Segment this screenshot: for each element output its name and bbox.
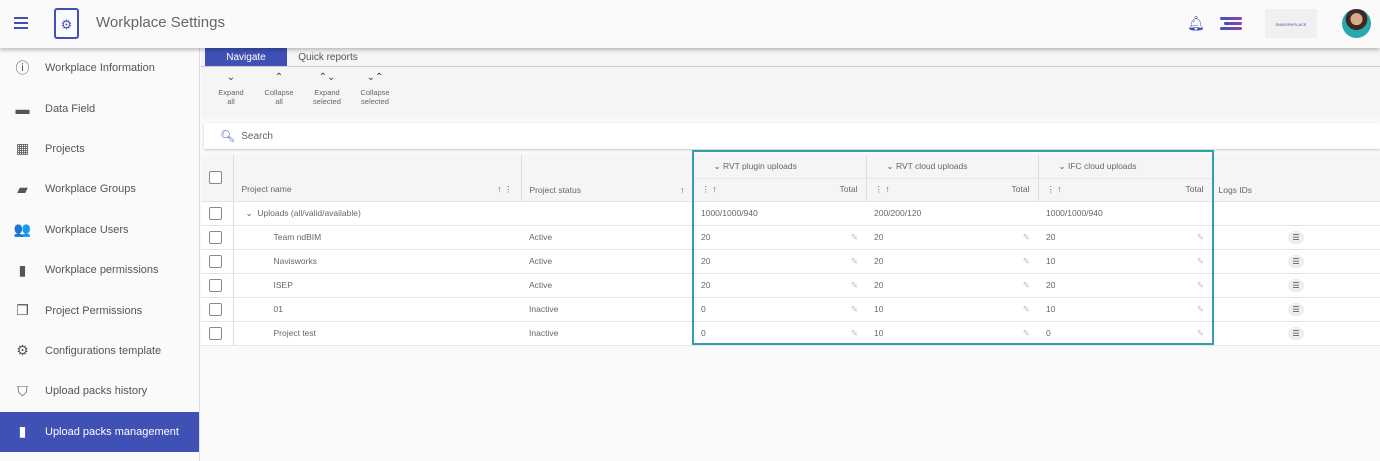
- search-icon: 🔍︎: [220, 129, 236, 143]
- edit-icon[interactable]: ✎: [1197, 280, 1204, 291]
- edit-icon[interactable]: ✎: [1023, 280, 1030, 291]
- app-header: ⚙ Workplace Settings 🔔︎ SNWORKPLACE: [0, 0, 1380, 48]
- uploads-table: Project name ↑ ⋮ Project status ↑ ⌄ RVT pl…: [201, 155, 1380, 346]
- bell-icon[interactable]: 🔔︎: [1187, 15, 1205, 32]
- edit-icon[interactable]: ✎: [1023, 232, 1030, 243]
- edit-icon[interactable]: ✎: [1197, 232, 1204, 243]
- collapse-selected-button[interactable]: ⌄⌃ Collapse selected: [351, 67, 399, 119]
- sidebar-icon: ▬: [15, 100, 30, 117]
- chevron-icon: ⌃⌄: [318, 72, 336, 83]
- edit-icon[interactable]: ✎: [1023, 304, 1030, 315]
- table-row[interactable]: Project test Inactive 0 ✎ 10 ✎ 0 ✎ ☰: [201, 321, 1380, 346]
- sidebar-icon: ❐: [16, 302, 29, 319]
- sidebar-item-workplace-groups[interactable]: ▰ Workplace Groups: [0, 169, 199, 209]
- sidebar-icon: ⛉: [17, 382, 28, 399]
- sidebar: ⓘ Workplace Information ▬ Data Field ▦ Projec…: [0, 48, 200, 461]
- sidebar-icon: ▦: [15, 140, 30, 157]
- tab-quick-reports[interactable]: Quick reports: [287, 48, 369, 66]
- edit-icon[interactable]: ✎: [1023, 256, 1030, 267]
- list-icon[interactable]: ☰: [1288, 254, 1304, 268]
- avatar[interactable]: [1342, 9, 1371, 38]
- sort-icon[interactable]: ↑: [680, 185, 684, 195]
- chevron-down-icon[interactable]: ⌄: [246, 208, 253, 218]
- edit-icon[interactable]: ✎: [851, 328, 858, 339]
- chevron-icon: ⌃: [274, 72, 284, 83]
- row-checkbox[interactable]: [209, 206, 222, 220]
- apps-icon[interactable]: [1220, 17, 1242, 32]
- sidebar-item-workplace-permissions[interactable]: ▮ Workplace permissions: [0, 250, 199, 290]
- sort-icon[interactable]: ⋮ ↑: [1047, 184, 1062, 194]
- settings-file-icon: ⚙: [54, 8, 79, 39]
- table-row[interactable]: Navisworks Active 20 ✎ 20 ✎ 10 ✎ ☰: [201, 249, 1380, 274]
- menu-icon[interactable]: [14, 17, 28, 29]
- sidebar-icon: ▮: [18, 423, 27, 440]
- row-checkbox[interactable]: [209, 230, 222, 244]
- brand-logo: SNWORKPLACE: [1265, 9, 1317, 38]
- sidebar-item-workplace-users[interactable]: 👥 Workplace Users: [0, 210, 199, 250]
- sidebar-icon: ▰: [17, 180, 28, 197]
- row-checkbox[interactable]: [209, 254, 222, 268]
- row-checkbox[interactable]: [209, 278, 222, 292]
- sidebar-item-projects[interactable]: ▦ Projects: [0, 129, 199, 169]
- sidebar-icon: 👥: [13, 221, 32, 238]
- edit-icon[interactable]: ✎: [1023, 328, 1030, 339]
- edit-icon[interactable]: ✎: [851, 304, 858, 315]
- list-icon[interactable]: ☰: [1288, 278, 1304, 292]
- sort-icon[interactable]: ⋮ ↑: [875, 184, 890, 194]
- sidebar-item-project-permissions[interactable]: ❐ Project Permissions: [0, 290, 199, 330]
- row-checkbox[interactable]: [209, 326, 222, 340]
- list-icon[interactable]: ☰: [1288, 326, 1304, 340]
- collapse-all-button[interactable]: ⌃ Collapse all: [255, 67, 303, 119]
- group-row[interactable]: ⌄ Uploads (all/valid/available) 1000/100…: [201, 201, 1380, 226]
- sidebar-item-upload-packs-history[interactable]: ⛉ Upload packs history: [0, 371, 199, 411]
- sort-icon[interactable]: ⋮ ↑: [702, 184, 717, 194]
- chevron-icon: ⌄⌃: [366, 72, 384, 83]
- sidebar-item-configurations-template[interactable]: ⚙ Configurations template: [0, 331, 199, 371]
- row-checkbox[interactable]: [209, 302, 222, 316]
- sort-icon[interactable]: ↑ ⋮: [497, 184, 512, 195]
- tab-navigate[interactable]: Navigate: [205, 48, 287, 66]
- edit-icon[interactable]: ✎: [1197, 256, 1204, 267]
- list-icon[interactable]: ☰: [1288, 302, 1304, 316]
- search-input[interactable]: 🔍︎ Search: [204, 123, 1380, 149]
- sidebar-item-upload-packs-management[interactable]: ▮ Upload packs management: [0, 411, 199, 452]
- col-logs-ids: Logs IDs: [1212, 155, 1380, 202]
- expand-selected-button[interactable]: ⌃⌄ Expand selected: [303, 67, 351, 119]
- edit-icon[interactable]: ✎: [851, 232, 858, 243]
- col-project-name[interactable]: Project name: [242, 184, 292, 194]
- table-row[interactable]: 01 Inactive 0 ✎ 10 ✎ 10 ✎ ☰: [201, 297, 1380, 322]
- edit-icon[interactable]: ✎: [851, 280, 858, 291]
- chevron-down-icon[interactable]: ⌄: [714, 161, 721, 171]
- sidebar-icon: ⓘ: [15, 60, 30, 77]
- list-icon[interactable]: ☰: [1288, 230, 1304, 244]
- select-all-checkbox[interactable]: [209, 171, 222, 185]
- table-row[interactable]: ISEP Active 20 ✎ 20 ✎ 20 ✎ ☰: [201, 273, 1380, 298]
- col-project-status[interactable]: Project status: [530, 185, 582, 195]
- edit-icon[interactable]: ✎: [1197, 328, 1204, 339]
- sidebar-item-workplace-information[interactable]: ⓘ Workplace Information: [0, 48, 199, 88]
- edit-icon[interactable]: ✎: [1197, 304, 1204, 315]
- chevron-down-icon[interactable]: ⌄: [887, 161, 894, 171]
- page-title: Workplace Settings: [96, 14, 225, 31]
- sidebar-icon: ⚙: [16, 342, 29, 359]
- chevron-down-icon[interactable]: ⌄: [1059, 161, 1066, 171]
- sidebar-item-data-field[interactable]: ▬ Data Field: [0, 88, 199, 128]
- expand-all-button[interactable]: ⌄ Expand all: [207, 67, 255, 119]
- table-row[interactable]: Team ndBIM Active 20 ✎ 20 ✎ 20 ✎ ☰: [201, 225, 1380, 250]
- chevron-icon: ⌄: [226, 72, 236, 83]
- edit-icon[interactable]: ✎: [851, 256, 858, 267]
- sidebar-icon: ▮: [18, 261, 27, 278]
